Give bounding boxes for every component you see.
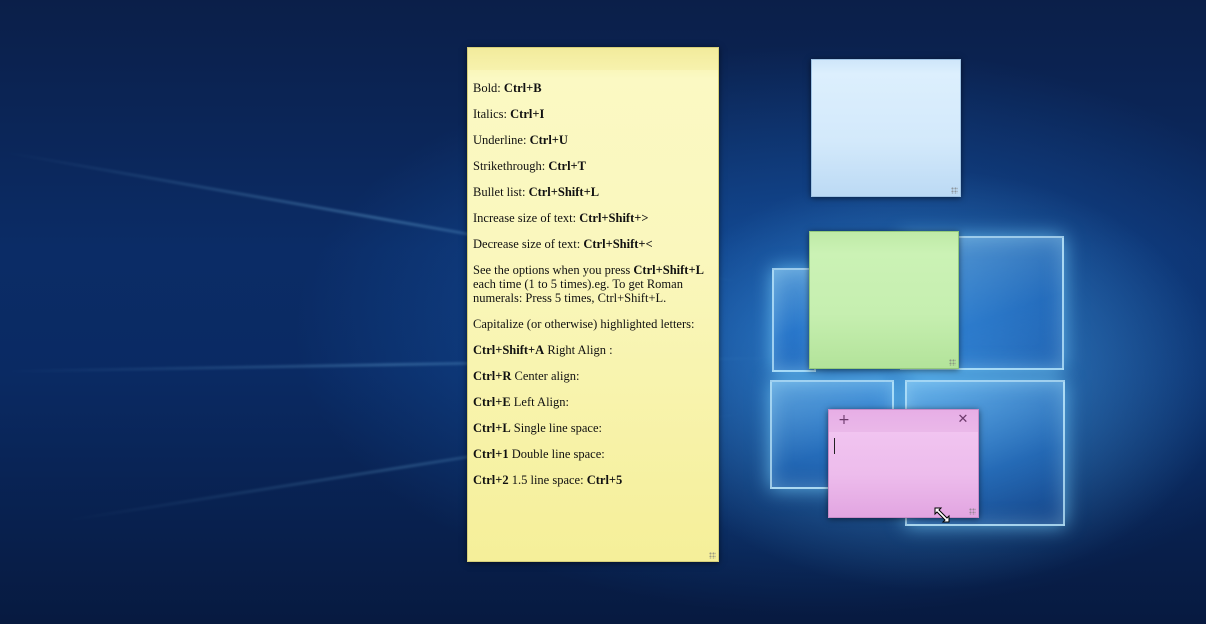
sticky-note-yellow[interactable]: Bold: Ctrl+B Italics: Ctrl+I Underline: … (467, 47, 719, 562)
resize-diagonal-cursor-icon (934, 507, 950, 523)
resize-grip-icon[interactable] (969, 508, 976, 515)
resize-grip-icon[interactable] (951, 187, 958, 194)
text-caret (834, 438, 835, 454)
note-line: Bold: Ctrl+B (473, 81, 542, 95)
note-line: Ctrl+E Left Align: (473, 395, 569, 409)
note-content[interactable]: Bold: Ctrl+B Italics: Ctrl+I Underline: … (468, 70, 718, 487)
note-line: Underline: Ctrl+U (473, 133, 568, 147)
note-line: Italics: Ctrl+I (473, 107, 545, 121)
add-note-icon[interactable]: + (837, 413, 851, 427)
note-line: Decrease size of text: Ctrl+Shift+< (473, 237, 653, 251)
note-line: Ctrl+L Single line space: (473, 421, 602, 435)
note-line: Ctrl+Shift+A Right Align : (473, 343, 613, 357)
note-line: Increase size of text: Ctrl+Shift+> (473, 211, 649, 225)
note-titlebar[interactable]: + ✕ (829, 410, 978, 432)
note-line: Strikethrough: Ctrl+T (473, 159, 587, 173)
note-line: Bullet list: Ctrl+Shift+L (473, 185, 600, 199)
note-line: Ctrl+2 1.5 line space: Ctrl+5 (473, 473, 623, 487)
sticky-note-pink[interactable]: + ✕ (828, 409, 979, 518)
resize-grip-icon[interactable] (949, 359, 956, 366)
note-line: Capitalize (or otherwise) highlighted le… (473, 317, 695, 331)
sticky-note-blue[interactable] (811, 59, 961, 197)
note-line: Ctrl+1 Double line space: (473, 447, 605, 461)
sticky-note-green[interactable] (809, 231, 959, 369)
note-paragraph-options: See the options when you press Ctrl+Shif… (473, 263, 704, 305)
note-line: Ctrl+R Center align: (473, 369, 580, 383)
note-titlebar[interactable] (468, 48, 718, 70)
close-icon[interactable]: ✕ (956, 413, 970, 427)
resize-grip-icon[interactable] (709, 552, 716, 559)
note-text-input[interactable] (833, 436, 974, 513)
